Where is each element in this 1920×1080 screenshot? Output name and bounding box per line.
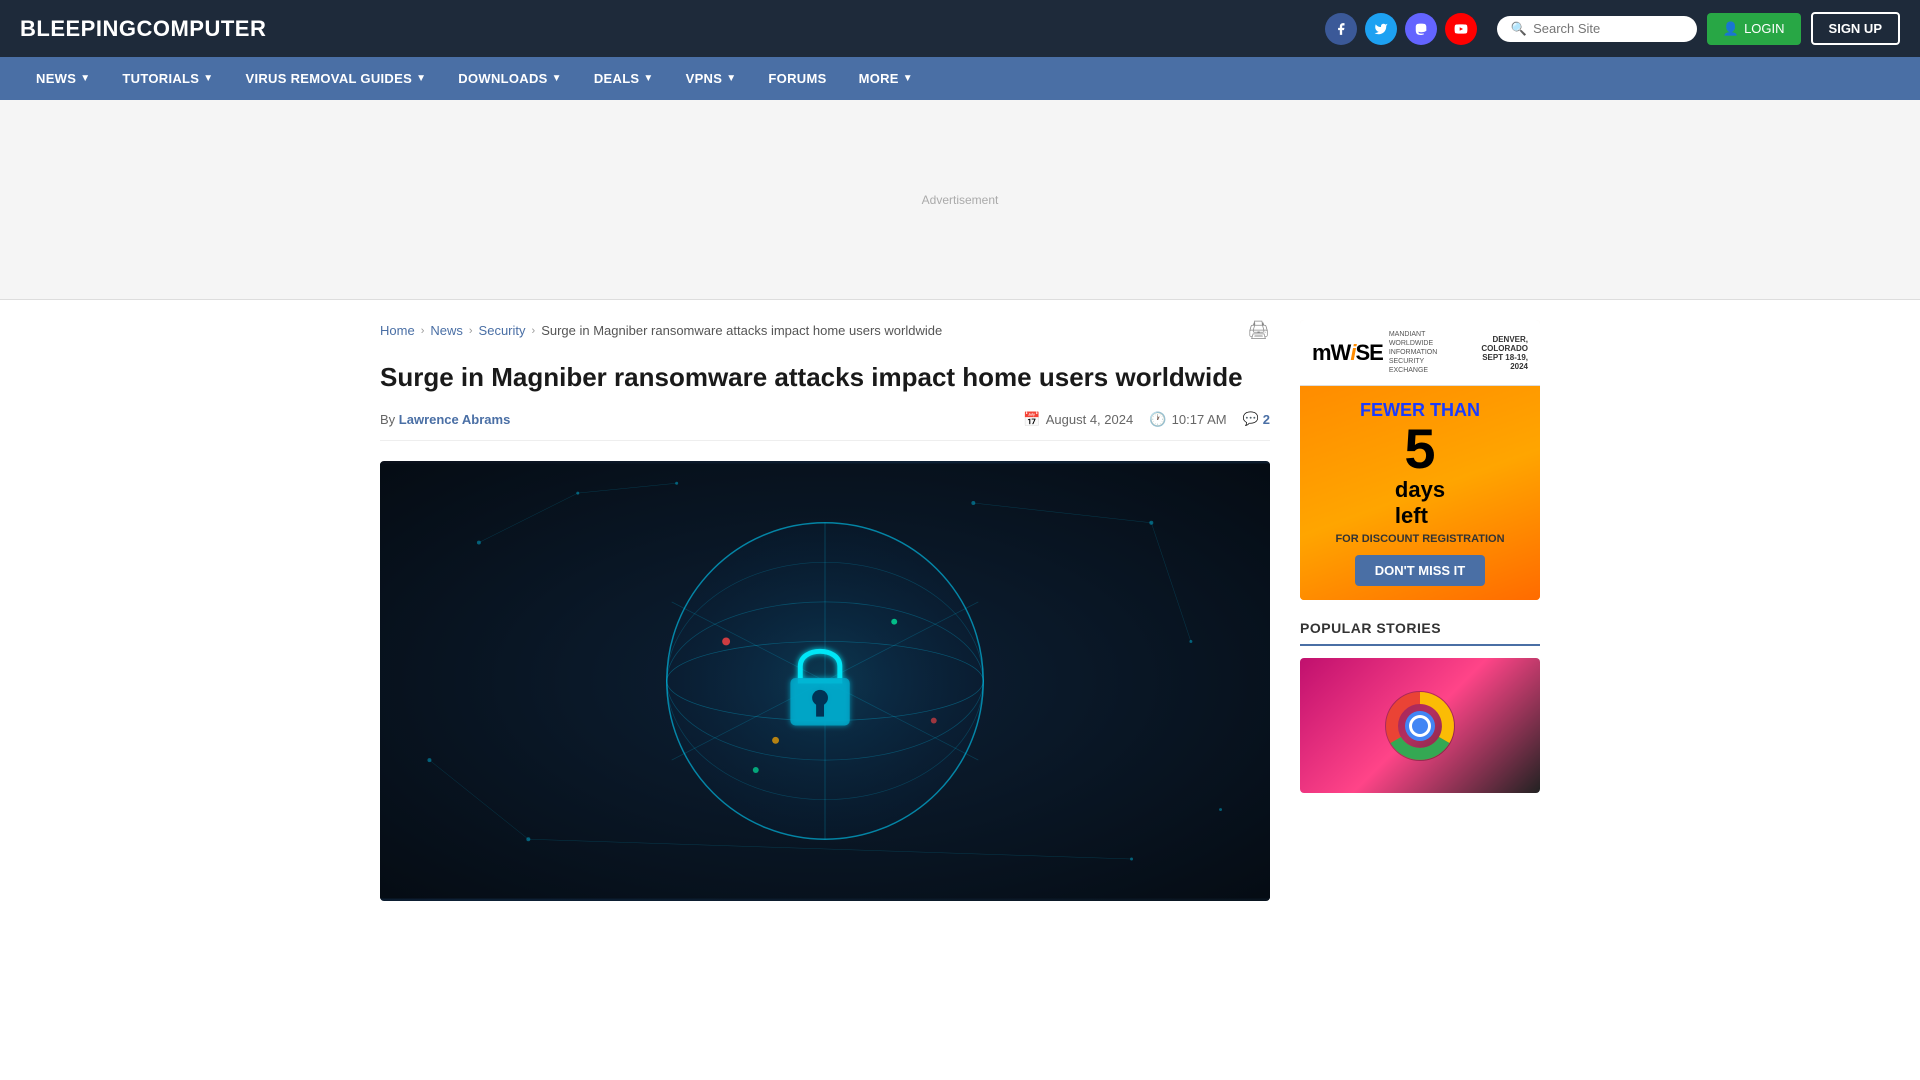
nav-news-arrow: ▼: [80, 73, 90, 84]
search-bar: 🔍: [1497, 16, 1697, 42]
nav-more[interactable]: MORE ▼: [843, 57, 929, 100]
nav-deals-arrow: ▼: [643, 73, 653, 84]
signup-button[interactable]: SIGN UP: [1811, 12, 1900, 45]
main-container: Home › News › Security › Surge in Magnib…: [360, 300, 1560, 901]
nav-downloads[interactable]: DOWNLOADS ▼: [442, 57, 578, 100]
breadcrumb-sep-3: ›: [532, 325, 536, 337]
breadcrumb-current: Surge in Magniber ransomware attacks imp…: [541, 323, 942, 338]
meta-time: 🕐 10:17 AM: [1149, 411, 1226, 428]
main-nav: NEWS ▼ TUTORIALS ▼ VIRUS REMOVAL GUIDES …: [0, 57, 1920, 100]
meta-right: 📅 August 4, 2024 🕐 10:17 AM 💬 2: [1023, 411, 1270, 428]
breadcrumb-security[interactable]: Security: [479, 323, 526, 338]
ad-location: DENVER, COLORADOSEPT 18-19, 2024: [1468, 335, 1528, 371]
discount-text: FOR DISCOUNT REGISTRATION: [1335, 533, 1504, 545]
print-icon[interactable]: 🖨: [1247, 320, 1270, 341]
nav-more-label: MORE: [859, 71, 899, 86]
hero-image: [380, 461, 1270, 901]
breadcrumb-sep-2: ›: [469, 325, 473, 337]
nav-virus-arrow: ▼: [416, 73, 426, 84]
user-icon: 👤: [1723, 21, 1739, 37]
dont-miss-button[interactable]: DON'T MISS IT: [1355, 555, 1485, 586]
author-prefix: By: [380, 412, 395, 427]
popular-story-image[interactable]: [1300, 658, 1540, 793]
nav-vpns-label: VPNS: [686, 71, 723, 86]
mwise-logo: mWiSE MANDIANT WORLDWIDEINFORMATION SECU…: [1312, 330, 1458, 375]
nav-tutorials[interactable]: TUTORIALS ▼: [106, 57, 229, 100]
days-left-text: daysleft: [1395, 477, 1445, 529]
chrome-logo: [1385, 691, 1455, 761]
login-button[interactable]: 👤 LOGIN: [1707, 13, 1801, 45]
twitter-icon[interactable]: [1365, 13, 1397, 45]
popular-stories: POPULAR STORIES: [1300, 620, 1540, 793]
comments-badge[interactable]: 💬 2: [1243, 411, 1270, 427]
content-area: Home › News › Security › Surge in Magnib…: [380, 320, 1270, 901]
facebook-icon[interactable]: [1325, 13, 1357, 45]
youtube-icon[interactable]: [1445, 13, 1477, 45]
sidebar-ad: mWiSE MANDIANT WORLDWIDEINFORMATION SECU…: [1300, 320, 1540, 600]
nav-deals[interactable]: DEALS ▼: [578, 57, 670, 100]
breadcrumb: Home › News › Security › Surge in Magnib…: [380, 320, 1270, 341]
site-header: BLEEPINGCOMPUTER 🔍 👤 LOGIN SIGN UP: [0, 0, 1920, 57]
nav-news[interactable]: NEWS ▼: [20, 57, 106, 100]
logo-part2: COMPUTER: [136, 16, 266, 41]
clock-icon: 🕐: [1149, 411, 1166, 428]
nav-vpns-arrow: ▼: [726, 73, 736, 84]
nav-tutorials-label: TUTORIALS: [122, 71, 199, 86]
nav-forums[interactable]: FORUMS: [752, 57, 842, 100]
nav-downloads-label: DOWNLOADS: [458, 71, 547, 86]
search-input[interactable]: [1533, 21, 1683, 36]
nav-forums-label: FORUMS: [768, 71, 826, 86]
article-author: By Lawrence Abrams: [380, 412, 510, 427]
nav-news-label: NEWS: [36, 71, 76, 86]
article-meta: By Lawrence Abrams 📅 August 4, 2024 🕐 10…: [380, 411, 1270, 441]
breadcrumb-left: Home › News › Security › Surge in Magnib…: [380, 323, 942, 338]
ad-banner: Advertisement: [0, 100, 1920, 300]
meta-date: 📅 August 4, 2024: [1023, 411, 1133, 428]
breadcrumb-news[interactable]: News: [430, 323, 463, 338]
nav-virus-label: VIRUS REMOVAL GUIDES: [245, 71, 412, 86]
search-icon: 🔍: [1511, 21, 1527, 37]
mastodon-icon[interactable]: [1405, 13, 1437, 45]
nav-vpns[interactable]: VPNS ▼: [670, 57, 753, 100]
popular-stories-title: POPULAR STORIES: [1300, 620, 1540, 646]
comment-icon: 💬: [1243, 411, 1259, 427]
social-icons: [1325, 13, 1477, 45]
ad-body: FEWER THAN 5 daysleft FOR DISCOUNT REGIS…: [1300, 386, 1540, 600]
logo-part1: BLEEPING: [20, 16, 136, 41]
nav-downloads-arrow: ▼: [552, 73, 562, 84]
comments-count: 2: [1263, 412, 1270, 427]
nav-more-arrow: ▼: [903, 73, 913, 84]
breadcrumb-sep-1: ›: [421, 325, 425, 337]
popular-stories-label: POPULAR STORIES: [1300, 620, 1441, 636]
calendar-icon: 📅: [1023, 411, 1040, 428]
five-number: 5: [1404, 421, 1435, 477]
mwise-subtitle: MANDIANT WORLDWIDEINFORMATION SECURITY E…: [1389, 330, 1458, 375]
article-time-value: 10:17 AM: [1172, 412, 1227, 427]
nav-tutorials-arrow: ▼: [203, 73, 213, 84]
sidebar: mWiSE MANDIANT WORLDWIDEINFORMATION SECU…: [1300, 320, 1540, 901]
ad-placeholder: Advertisement: [922, 193, 999, 207]
article-title: Surge in Magniber ransomware attacks imp…: [380, 361, 1270, 395]
nav-virus-removal[interactable]: VIRUS REMOVAL GUIDES ▼: [229, 57, 442, 100]
ad-header: mWiSE MANDIANT WORLDWIDEINFORMATION SECU…: [1300, 320, 1540, 386]
site-logo[interactable]: BLEEPINGCOMPUTER: [20, 16, 266, 42]
breadcrumb-home[interactable]: Home: [380, 323, 415, 338]
mwise-logo-text: mWiSE: [1312, 340, 1383, 366]
nav-deals-label: DEALS: [594, 71, 640, 86]
article-date-value: August 4, 2024: [1046, 412, 1133, 427]
login-label: LOGIN: [1744, 21, 1784, 36]
header-right: 🔍 👤 LOGIN SIGN UP: [1325, 12, 1900, 45]
author-link[interactable]: Lawrence Abrams: [399, 412, 511, 427]
